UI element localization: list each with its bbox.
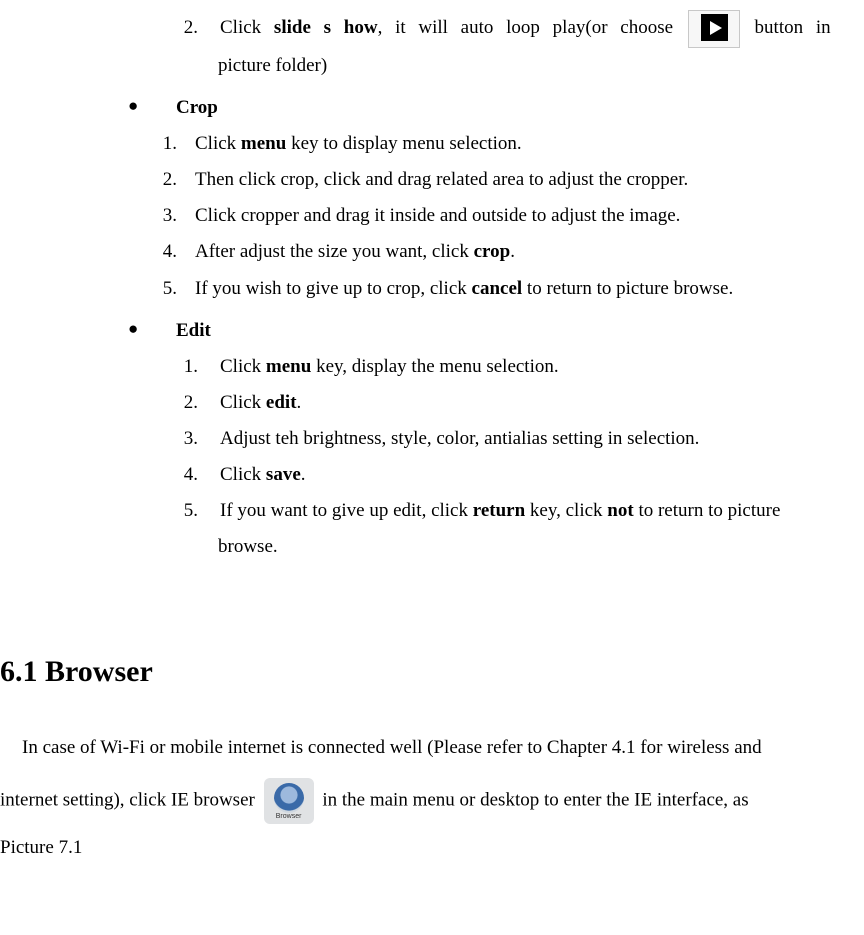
text: key to display menu selection. xyxy=(286,133,521,154)
text: , it will auto loop play(or choose xyxy=(378,17,686,38)
list-text: After adjust the size you want, click cr… xyxy=(195,234,864,270)
bold-text: menu xyxy=(266,356,311,377)
bold-text: cancel xyxy=(472,278,523,299)
bold-text: slide s how xyxy=(274,17,378,38)
browser-paragraph-line1: In case of Wi-Fi or mobile internet is c… xyxy=(0,730,864,766)
list-text: If you want to give up edit, click retur… xyxy=(220,493,864,529)
text: in the main menu or desktop to enter the… xyxy=(318,790,749,811)
text: . xyxy=(301,464,306,485)
list-text: Then click crop, click and drag related … xyxy=(195,162,864,198)
list-number: 3. xyxy=(130,198,195,234)
text: key, display the menu selection. xyxy=(311,356,558,377)
text: to return to picture browse. xyxy=(522,278,733,299)
edit-step-1: 1. Click menu key, display the menu sele… xyxy=(0,349,864,385)
list-number: 1. xyxy=(130,126,195,162)
list-number: 2. xyxy=(160,385,220,421)
list-number: 1. xyxy=(160,349,220,385)
crop-step-1: 1. Click menu key to display menu select… xyxy=(0,126,864,162)
browser-heading: 6.1 Browser xyxy=(0,643,864,700)
crop-step-3: 3. Click cropper and drag it inside and … xyxy=(0,198,864,234)
text: browse. xyxy=(218,536,278,557)
edit-step-3: 3. Adjust teh brightness, style, color, … xyxy=(0,421,864,457)
bold-text: crop xyxy=(474,241,511,262)
crop-step-2: 2. Then click crop, click and drag relat… xyxy=(0,162,864,198)
bold-text: not xyxy=(607,500,633,521)
edit-heading: ● Edit xyxy=(0,313,864,349)
continuation-line: picture folder) xyxy=(0,48,864,84)
bullet-icon: ● xyxy=(128,313,176,345)
bold-text: edit xyxy=(266,392,297,413)
text: key, click xyxy=(525,500,607,521)
text: Click xyxy=(220,392,266,413)
bold-text: return xyxy=(473,500,525,521)
list-text: Adjust teh brightness, style, color, ant… xyxy=(220,421,864,457)
play-icon xyxy=(688,10,740,48)
list-number: 5. xyxy=(160,493,220,529)
text: button in xyxy=(742,17,831,38)
list-text: Click edit. xyxy=(220,385,864,421)
list-number: 3. xyxy=(160,421,220,457)
list-text: Click cropper and drag it inside and out… xyxy=(195,198,864,234)
list-number: 5. xyxy=(130,271,195,307)
browser-paragraph-line2: internet setting), click IE browser in t… xyxy=(0,778,864,824)
list-number: 4. xyxy=(130,234,195,270)
list-text: Click menu key to display menu selection… xyxy=(195,126,864,162)
bullet-icon: ● xyxy=(128,90,176,122)
list-number: 2. xyxy=(130,162,195,198)
text: . xyxy=(297,392,302,413)
text: After adjust the size you want, click xyxy=(195,241,474,262)
text: Click xyxy=(220,464,266,485)
list-text: If you wish to give up to crop, click ca… xyxy=(195,271,864,307)
edit-step-2: 2. Click edit. xyxy=(0,385,864,421)
section-title: Edit xyxy=(176,313,211,349)
text: Click xyxy=(220,17,274,38)
text: to return to picture xyxy=(634,500,781,521)
list-text: Click menu key, display the menu selecti… xyxy=(220,349,864,385)
list-number: 2. xyxy=(160,10,220,46)
document-body: 2. Click slide s how, it will auto loop … xyxy=(0,10,864,867)
crop-step-5: 5. If you wish to give up to crop, click… xyxy=(0,271,864,307)
text: If you wish to give up to crop, click xyxy=(195,278,472,299)
list-number: 4. xyxy=(160,457,220,493)
text: Click xyxy=(220,356,266,377)
crop-heading: ● Crop xyxy=(0,90,864,126)
text: If you want to give up edit, click xyxy=(220,500,473,521)
edit-step-4: 4. Click save. xyxy=(0,457,864,493)
text: internet setting), click IE browser xyxy=(0,790,260,811)
slideshow-step-2: 2. Click slide s how, it will auto loop … xyxy=(0,10,864,48)
text: picture folder) xyxy=(218,55,327,76)
text: . xyxy=(510,241,515,262)
list-text: Click save. xyxy=(220,457,864,493)
browser-paragraph-line3: Picture 7.1 xyxy=(0,830,864,866)
crop-step-4: 4. After adjust the size you want, click… xyxy=(0,234,864,270)
edit-step-5: 5. If you want to give up edit, click re… xyxy=(0,493,864,529)
browser-icon xyxy=(264,778,314,824)
text: Click xyxy=(195,133,241,154)
bold-text: menu xyxy=(241,133,286,154)
section-title: Crop xyxy=(176,90,218,126)
list-text: Click slide s how, it will auto loop pla… xyxy=(220,10,864,48)
bold-text: save xyxy=(266,464,301,485)
continuation-line: browse. xyxy=(0,529,864,565)
